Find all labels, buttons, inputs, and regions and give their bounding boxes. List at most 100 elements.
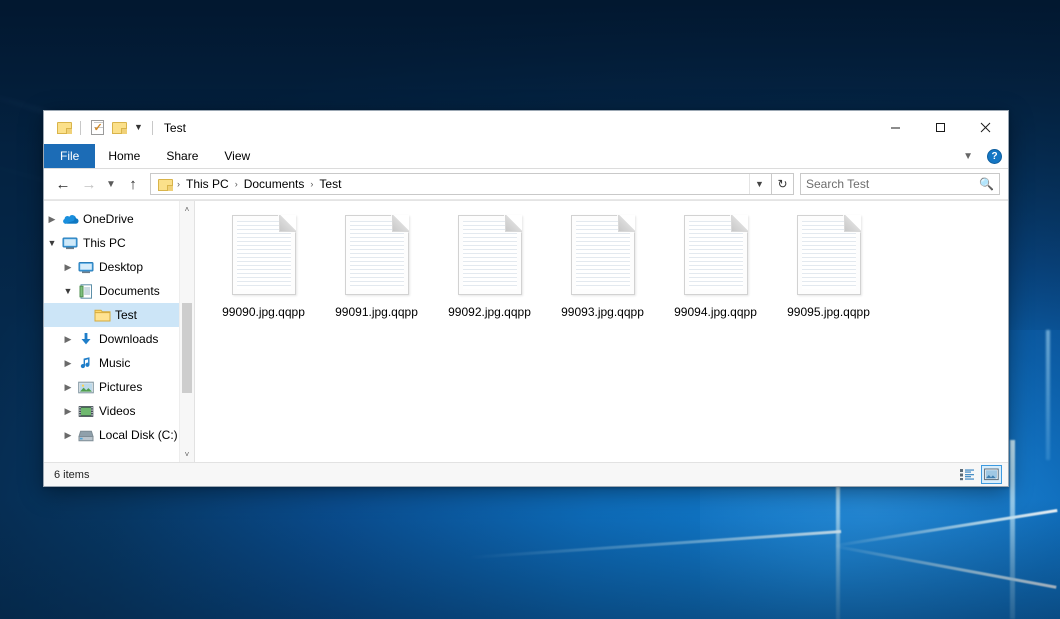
- chevron-right-icon[interactable]: ▶: [60, 430, 76, 441]
- properties-icon[interactable]: ✓: [86, 117, 108, 139]
- desktop-icon: [76, 261, 96, 274]
- generic-document-icon: [232, 215, 296, 295]
- breadcrumb-item-this-pc[interactable]: This PC: [181, 177, 234, 191]
- recent-locations-icon[interactable]: ▼: [102, 172, 120, 196]
- sidebar-item-local-disk-c[interactable]: ▶ Local Disk (C:): [44, 423, 194, 447]
- pictures-icon: [76, 381, 96, 394]
- drive-icon: [76, 429, 96, 442]
- forward-button[interactable]: →: [76, 172, 102, 196]
- details-view-button[interactable]: [957, 465, 978, 484]
- sidebar-item-label: This PC: [83, 236, 126, 250]
- desktop: ✓ ▼ Test: [0, 0, 1060, 619]
- sidebar-item-documents[interactable]: ▼ Documents: [44, 279, 194, 303]
- generic-document-icon: [458, 215, 522, 295]
- sidebar-item-desktop[interactable]: ▶ Desktop: [44, 255, 194, 279]
- folder-icon[interactable]: [53, 117, 75, 139]
- onedrive-icon: [60, 213, 80, 225]
- file-item[interactable]: 99095.jpg.qqpp: [772, 213, 885, 331]
- scrollbar-thumb[interactable]: [182, 303, 192, 393]
- address-bar[interactable]: › This PC › Documents › Test ▼: [150, 173, 772, 195]
- search-input[interactable]: Search Test 🔍: [800, 173, 1000, 195]
- videos-icon: [76, 405, 96, 418]
- tab-view[interactable]: View: [211, 144, 263, 168]
- refresh-icon[interactable]: ↻: [772, 173, 794, 195]
- up-button[interactable]: ↑: [120, 172, 146, 196]
- scroll-down-icon[interactable]: ˅: [180, 446, 194, 462]
- folder-icon: [158, 177, 173, 191]
- tab-home[interactable]: Home: [95, 144, 153, 168]
- file-item[interactable]: 99090.jpg.qqpp: [207, 213, 320, 331]
- sidebar-item-music[interactable]: ▶ Music: [44, 351, 194, 375]
- sidebar-item-downloads[interactable]: ▶ Downloads: [44, 327, 194, 351]
- chevron-right-icon[interactable]: ▶: [60, 358, 76, 369]
- breadcrumb: › This PC › Documents › Test: [156, 177, 749, 191]
- downloads-icon: [76, 332, 96, 346]
- file-item[interactable]: 99094.jpg.qqpp: [659, 213, 772, 331]
- folder-icon: [92, 308, 112, 322]
- search-icon[interactable]: 🔍: [979, 177, 994, 191]
- minimize-button[interactable]: [873, 111, 918, 144]
- this-pc-icon: [60, 237, 80, 250]
- sidebar-scrollbar[interactable]: ˄ ˅: [179, 201, 194, 462]
- sidebar-item-label: Desktop: [99, 260, 143, 274]
- sidebar-item-videos[interactable]: ▶ Videos: [44, 399, 194, 423]
- sidebar-item-onedrive[interactable]: ▶ OneDrive: [44, 207, 194, 231]
- documents-icon: [76, 284, 96, 299]
- breadcrumb-item-documents[interactable]: Documents: [239, 177, 310, 191]
- generic-document-icon: [345, 215, 409, 295]
- new-folder-icon[interactable]: [108, 117, 130, 139]
- file-name: 99095.jpg.qqpp: [787, 305, 870, 319]
- file-list-area[interactable]: 99090.jpg.qqpp 99091.jpg.qqpp: [195, 201, 1008, 462]
- chevron-down-icon[interactable]: ▼: [44, 238, 60, 248]
- sidebar-item-this-pc[interactable]: ▼ This PC: [44, 231, 194, 255]
- help-icon[interactable]: ?: [987, 149, 1002, 164]
- back-button[interactable]: ←: [50, 172, 76, 196]
- ribbon-controls: ▼ ?: [957, 144, 1002, 169]
- chevron-down-icon[interactable]: ▼: [60, 286, 76, 296]
- file-item[interactable]: 99091.jpg.qqpp: [320, 213, 433, 331]
- quick-access-toolbar: ✓ ▼ Test: [44, 117, 186, 139]
- title-bar: ✓ ▼ Test: [44, 111, 1008, 144]
- chevron-down-icon[interactable]: ▼: [130, 123, 147, 132]
- close-button[interactable]: [963, 111, 1008, 144]
- file-grid: 99090.jpg.qqpp 99091.jpg.qqpp: [207, 213, 1008, 331]
- sidebar-item-pictures[interactable]: ▶ Pictures: [44, 375, 194, 399]
- maximize-button[interactable]: [918, 111, 963, 144]
- sidebar-item-label: Local Disk (C:): [99, 428, 178, 442]
- chevron-down-icon[interactable]: ▼: [957, 151, 979, 162]
- ribbon-tab-bar: File Home Share View ▼ ?: [44, 144, 1008, 169]
- file-name: 99091.jpg.qqpp: [335, 305, 418, 319]
- scroll-up-icon[interactable]: ˄: [180, 201, 194, 217]
- navigation-pane: ▶ OneDrive ▼ This PC ▶: [44, 201, 195, 462]
- window-title: Test: [164, 121, 186, 135]
- address-bar-row: ← → ▼ ↑ › This PC › Documents › Test ▼ ↻: [44, 169, 1008, 200]
- window-body: ▶ OneDrive ▼ This PC ▶: [44, 200, 1008, 462]
- large-icons-view-button[interactable]: [981, 465, 1002, 484]
- generic-document-icon: [797, 215, 861, 295]
- file-name: 99090.jpg.qqpp: [222, 305, 305, 319]
- tab-file[interactable]: File: [44, 144, 95, 168]
- chevron-right-icon[interactable]: ▶: [60, 406, 76, 417]
- tab-share[interactable]: Share: [153, 144, 211, 168]
- sidebar-item-test[interactable]: Test: [44, 303, 194, 327]
- toolbar-separator: [80, 121, 81, 135]
- chevron-right-icon[interactable]: ▶: [60, 262, 76, 273]
- sidebar-item-label: OneDrive: [83, 212, 134, 226]
- file-item[interactable]: 99092.jpg.qqpp: [433, 213, 546, 331]
- breadcrumb-item-test[interactable]: Test: [314, 177, 346, 191]
- chevron-down-icon[interactable]: ▼: [749, 174, 769, 194]
- search-placeholder: Search Test: [806, 177, 979, 191]
- window-controls: [873, 111, 1008, 144]
- scrollbar-track[interactable]: [180, 217, 194, 446]
- status-bar: 6 items: [44, 462, 1008, 486]
- file-item[interactable]: 99093.jpg.qqpp: [546, 213, 659, 331]
- chevron-right-icon[interactable]: ▶: [60, 334, 76, 345]
- generic-document-icon: [684, 215, 748, 295]
- file-explorer-window: ✓ ▼ Test: [43, 110, 1009, 487]
- file-name: 99093.jpg.qqpp: [561, 305, 644, 319]
- item-count-label: 6 items: [54, 469, 89, 481]
- windows-logo-beam: [1046, 330, 1050, 460]
- toolbar-separator: [152, 121, 153, 135]
- chevron-right-icon[interactable]: ▶: [60, 382, 76, 393]
- chevron-right-icon[interactable]: ▶: [44, 214, 60, 225]
